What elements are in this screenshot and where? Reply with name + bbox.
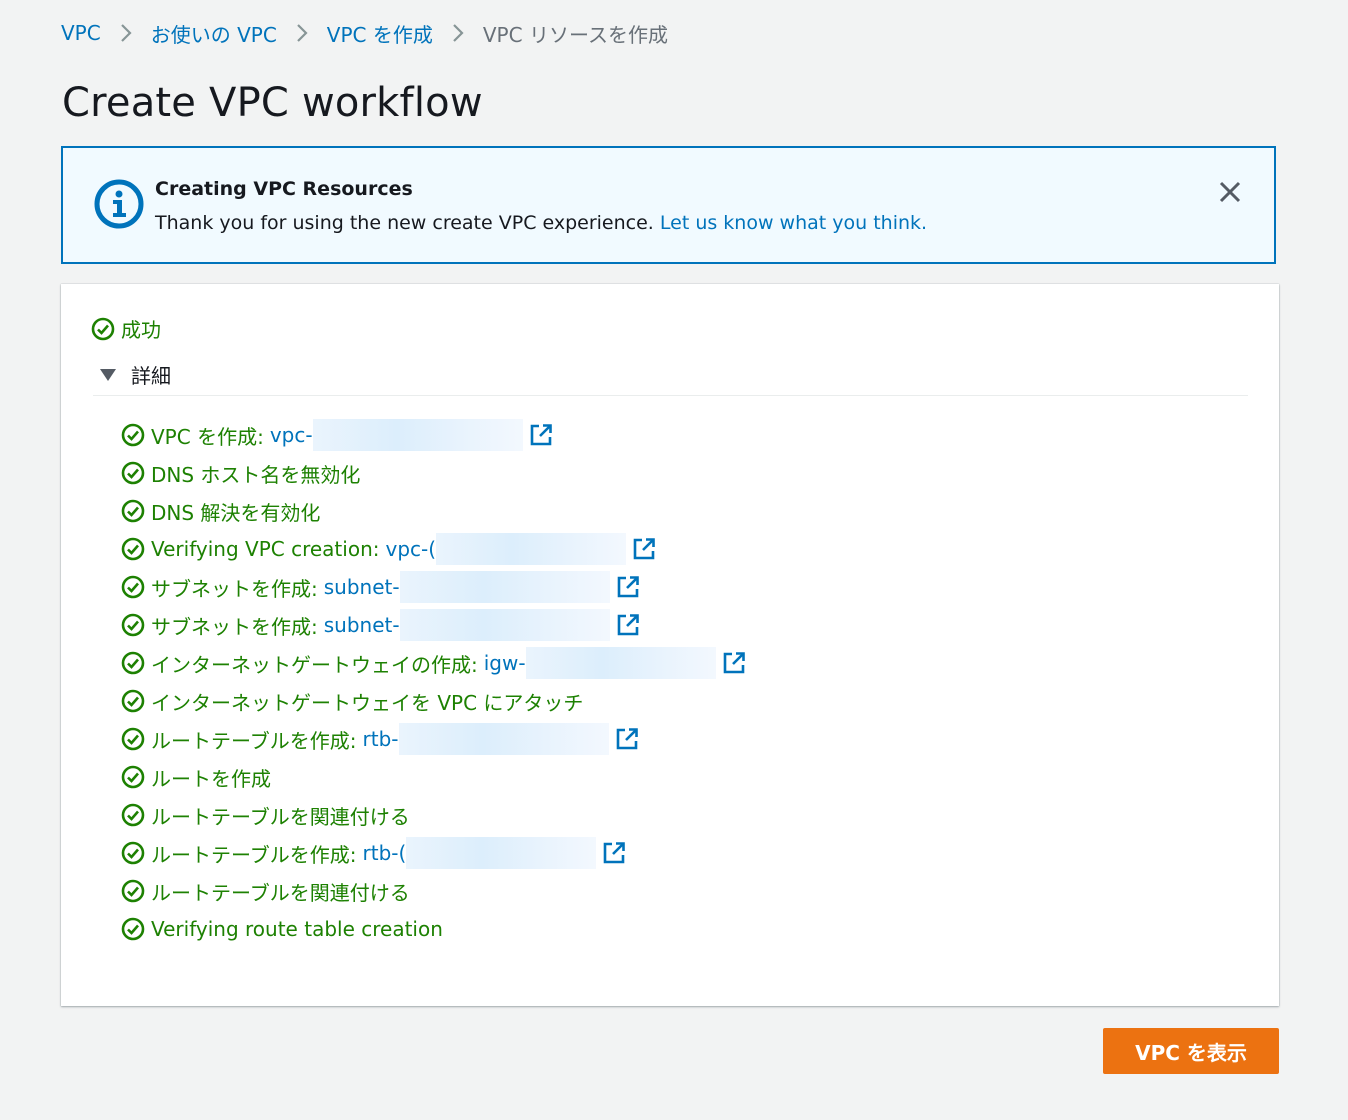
success-check-icon (121, 575, 145, 599)
step-text: Verifying route table creation (151, 917, 443, 941)
resource-id-link[interactable]: vpc-( (385, 533, 627, 565)
step-text: ルートテーブルを関連付ける (151, 880, 410, 905)
success-check-icon (121, 423, 145, 447)
view-vpc-button[interactable]: VPC を表示 (1103, 1028, 1279, 1074)
step-text: インターネットゲートウェイの作成: (151, 652, 478, 677)
step-item: サブネットを作成: subnet- (121, 606, 746, 644)
flash-title: Creating VPC Resources (155, 178, 413, 200)
resource-id-prefix: vpc-( (385, 537, 437, 561)
step-item: Verifying route table creation (121, 910, 746, 948)
info-icon (94, 179, 144, 229)
status-success: 成功 (91, 314, 161, 343)
success-check-icon (121, 613, 145, 637)
resource-id-link[interactable]: rtb-( (363, 837, 597, 869)
step-item: DNS ホスト名を無効化 (121, 454, 746, 492)
breadcrumb-your-vpcs[interactable]: お使いの VPC (151, 19, 277, 48)
external-link-icon[interactable] (602, 841, 626, 865)
step-item: インターネットゲートウェイを VPC にアタッチ (121, 682, 746, 720)
close-icon[interactable] (1216, 178, 1244, 206)
success-check-icon (121, 499, 145, 523)
chevron-right-icon (451, 23, 465, 43)
external-link-icon[interactable] (616, 575, 640, 599)
success-check-icon (121, 727, 145, 751)
step-item: サブネットを作成: subnet- (121, 568, 746, 606)
resource-id-prefix: subnet- (323, 613, 400, 637)
step-item: DNS 解決を有効化 (121, 492, 746, 530)
resource-id-link[interactable]: subnet- (324, 609, 610, 641)
external-link-icon[interactable] (722, 651, 746, 675)
resource-id-link[interactable]: subnet- (324, 571, 610, 603)
step-item: Verifying VPC creation: vpc-( (121, 530, 746, 568)
success-check-icon (121, 689, 145, 713)
success-check-icon (121, 917, 145, 941)
step-item: VPC を作成: vpc- (121, 416, 746, 454)
step-item: インターネットゲートウェイの作成: igw- (121, 644, 746, 682)
resource-id-prefix: rtb- (362, 727, 399, 751)
external-link-icon[interactable] (615, 727, 639, 751)
redacted-resource-id (312, 419, 523, 451)
step-text: インターネットゲートウェイを VPC にアタッチ (151, 690, 584, 715)
flash-message-text: Thank you for using the new create VPC e… (155, 212, 654, 234)
breadcrumb: VPC お使いの VPC VPC を作成 VPC リソースを作成 (61, 18, 668, 48)
step-text: DNS ホスト名を無効化 (151, 462, 361, 487)
success-check-icon (121, 879, 145, 903)
success-check-icon (121, 841, 145, 865)
step-item: ルートを作成 (121, 758, 746, 796)
details-label: 詳細 (131, 364, 171, 388)
chevron-right-icon (295, 23, 309, 43)
step-text: ルートを作成 (151, 766, 271, 791)
success-check-icon (121, 537, 145, 561)
redacted-resource-id (436, 533, 627, 565)
info-flashbar: Creating VPC Resources Thank you for usi… (61, 146, 1276, 264)
feedback-link[interactable]: Let us know what you think. (660, 212, 927, 234)
resource-id-prefix: igw- (483, 651, 526, 675)
breadcrumb-create-vpc[interactable]: VPC を作成 (327, 19, 433, 48)
resource-id-prefix: rtb-( (362, 841, 407, 865)
step-text: サブネットを作成: (151, 576, 318, 601)
redacted-resource-id (399, 609, 610, 641)
resource-id-prefix: vpc- (269, 423, 313, 447)
redacted-resource-id (406, 837, 597, 869)
redacted-resource-id (398, 723, 609, 755)
step-text: VPC を作成: (151, 424, 264, 449)
status-label: 成功 (121, 318, 161, 342)
workflow-panel: 成功 詳細 VPC を作成: vpc- DNS ホスト名を無効化 DNS 解決を有効化… (61, 284, 1279, 1006)
flash-message: Thank you for using the new create VPC e… (155, 212, 927, 234)
step-text: ルートテーブルを作成: (151, 842, 357, 867)
divider (93, 395, 1248, 396)
page-title: Create VPC workflow (62, 80, 483, 126)
resource-id-link[interactable]: igw- (484, 647, 716, 679)
external-link-icon[interactable] (616, 613, 640, 637)
step-item: ルートテーブルを関連付ける (121, 796, 746, 834)
chevron-right-icon (119, 23, 133, 43)
step-list: VPC を作成: vpc- DNS ホスト名を無効化 DNS 解決を有効化 Verify… (121, 416, 746, 948)
step-item: ルートテーブルを作成: rtb-( (121, 834, 746, 872)
success-check-icon (121, 461, 145, 485)
step-text: ルートテーブルを関連付ける (151, 804, 410, 829)
step-item: ルートテーブルを関連付ける (121, 872, 746, 910)
breadcrumb-current: VPC リソースを作成 (482, 22, 668, 47)
resource-id-prefix: subnet- (323, 575, 400, 599)
success-check-icon (91, 317, 115, 340)
step-text: DNS 解決を有効化 (151, 500, 321, 525)
success-check-icon (121, 651, 145, 675)
resource-id-link[interactable]: rtb- (363, 723, 609, 755)
caret-down-icon (100, 368, 116, 381)
step-item: ルートテーブルを作成: rtb- (121, 720, 746, 758)
step-text: ルートテーブルを作成: (151, 728, 357, 753)
success-check-icon (121, 765, 145, 789)
step-text: サブネットを作成: (151, 614, 318, 639)
step-text: Verifying VPC creation: (151, 537, 380, 561)
external-link-icon[interactable] (632, 537, 656, 561)
details-expander[interactable]: 詳細 (99, 360, 171, 389)
redacted-resource-id (399, 571, 610, 603)
external-link-icon[interactable] (529, 423, 553, 447)
breadcrumb-vpc[interactable]: VPC (61, 21, 101, 45)
resource-id-link[interactable]: vpc- (270, 419, 523, 451)
redacted-resource-id (525, 647, 716, 679)
success-check-icon (121, 803, 145, 827)
